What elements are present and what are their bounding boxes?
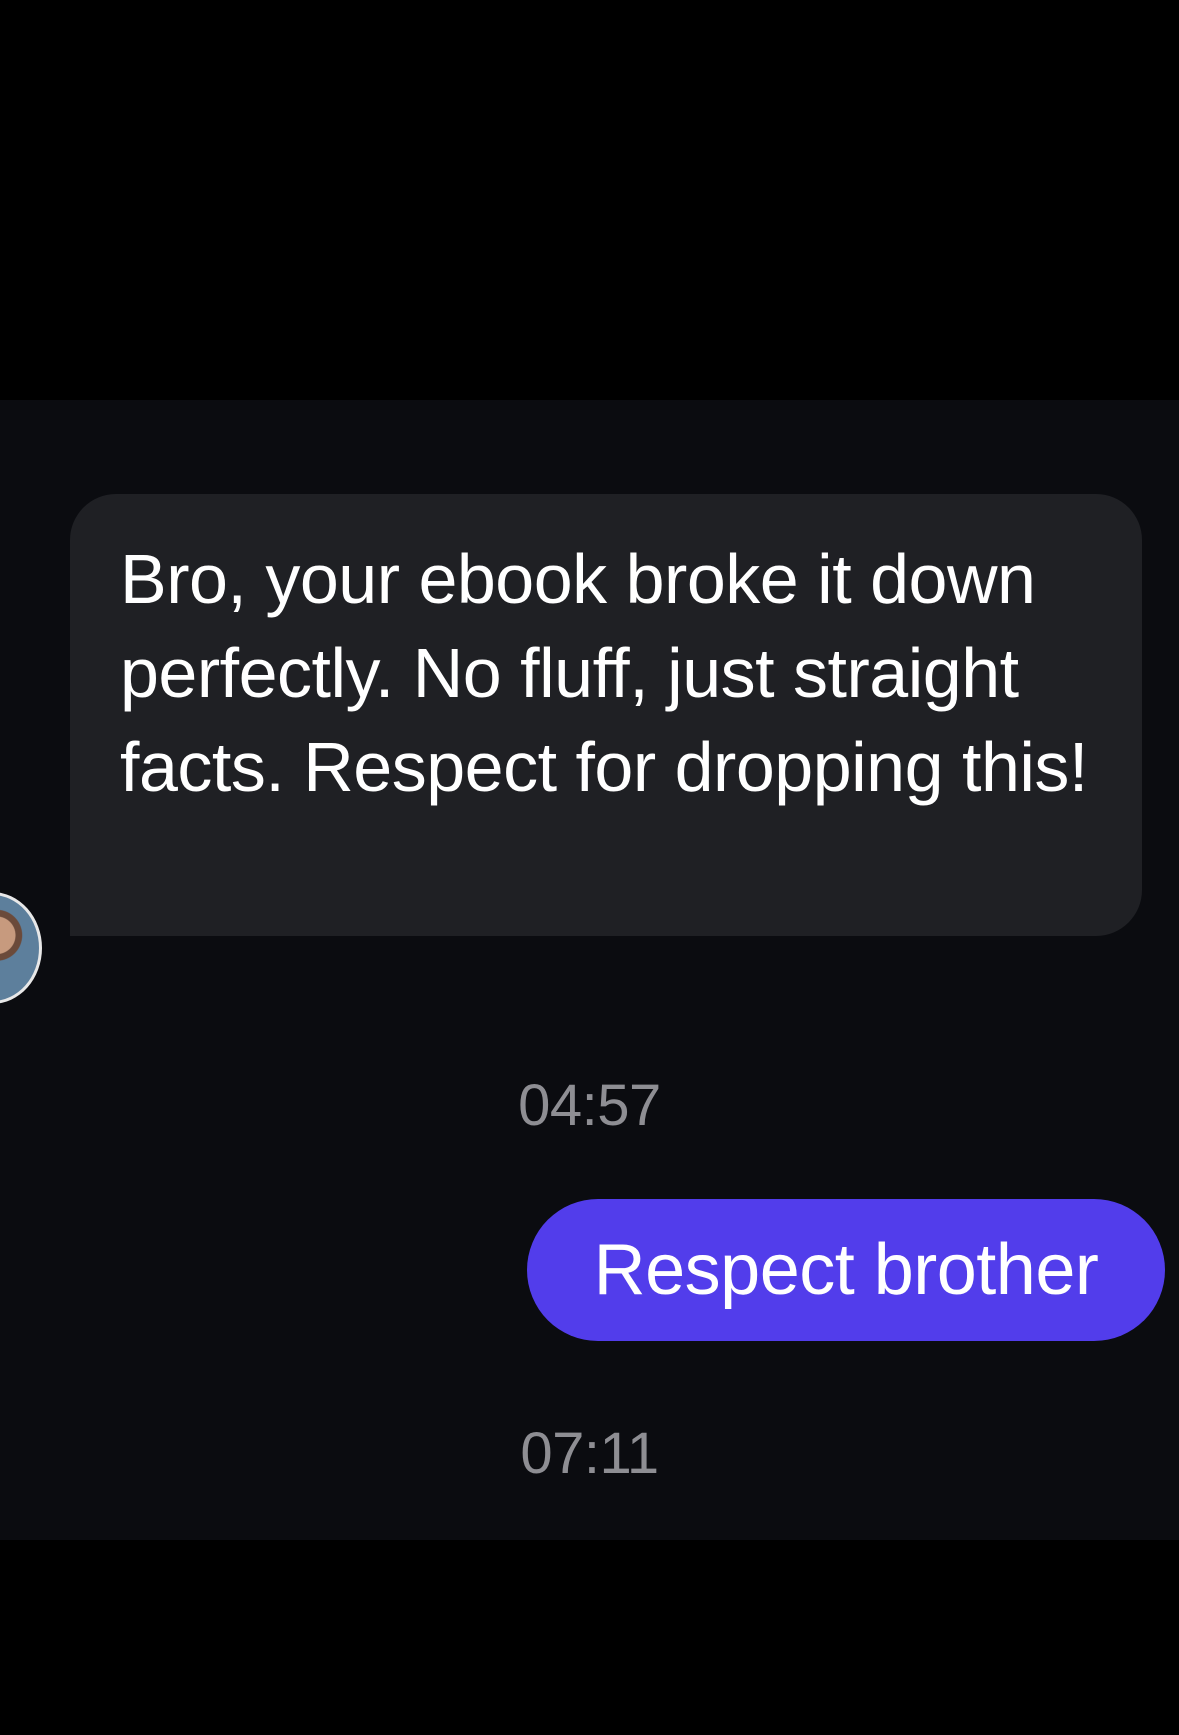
outgoing-message-bubble[interactable]: Respect brother — [527, 1199, 1165, 1341]
message-timestamp: 04:57 — [518, 1073, 661, 1138]
incoming-message-bubble[interactable]: Bro, your ebook broke it down perfectly.… — [70, 494, 1142, 936]
bottom-black-band — [0, 1540, 1179, 1735]
top-black-band — [0, 0, 1179, 400]
message-timestamp: 07:11 — [520, 1421, 659, 1486]
